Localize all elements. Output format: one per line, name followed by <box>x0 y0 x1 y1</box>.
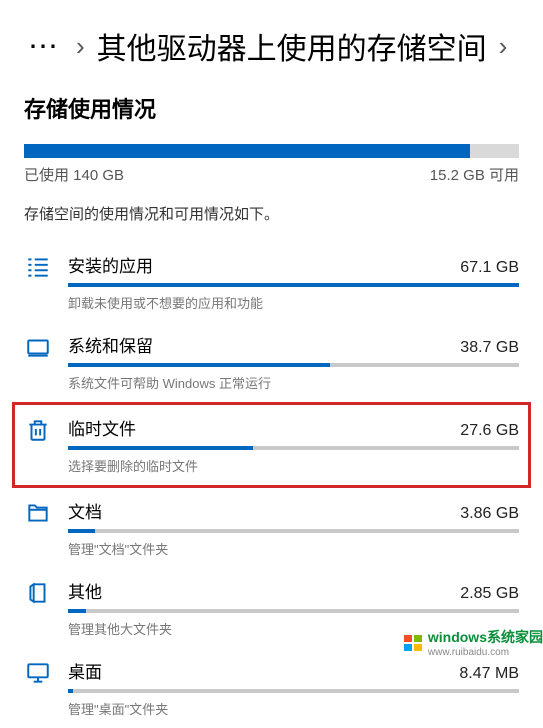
used-label: 已使用 140 GB <box>24 164 124 185</box>
breadcrumb-ellipsis[interactable]: ⋯ <box>24 29 64 64</box>
category-bar <box>68 609 519 613</box>
watermark: windows系统家园 www.ruibaidu.com <box>404 627 543 658</box>
category-fill <box>68 446 253 450</box>
system-icon <box>24 334 52 362</box>
category-fill <box>68 609 86 613</box>
chevron-right-icon[interactable]: › <box>499 31 508 62</box>
category-title: 安装的应用 <box>68 252 153 277</box>
category-fill <box>68 283 519 287</box>
category-subtitle: 管理"桌面"文件夹 <box>68 699 519 718</box>
windows-logo-icon <box>404 633 424 653</box>
desktop-icon <box>24 660 52 688</box>
page-heading: 存储使用情况 <box>24 92 519 124</box>
category-title: 系统和保留 <box>68 332 153 357</box>
apps-icon <box>24 254 52 282</box>
category-system[interactable]: 系统和保留 38.7 GB 系统文件可帮助 Windows 正常运行 <box>24 322 519 402</box>
category-size: 2.85 GB <box>460 585 519 603</box>
category-size: 38.7 GB <box>460 339 519 357</box>
documents-icon <box>24 500 52 528</box>
temp-icon <box>24 417 52 445</box>
category-subtitle: 系统文件可帮助 Windows 正常运行 <box>68 373 519 392</box>
category-temp[interactable]: 临时文件 27.6 GB 选择要删除的临时文件 <box>24 405 519 485</box>
category-title: 文档 <box>68 498 102 523</box>
category-subtitle: 管理"文档"文件夹 <box>68 539 519 558</box>
category-title: 桌面 <box>68 658 102 683</box>
overall-storage-fill <box>24 144 470 158</box>
category-title: 临时文件 <box>68 415 136 440</box>
category-title: 其他 <box>68 578 102 603</box>
storage-description: 存储空间的使用情况和可用情况如下。 <box>24 203 519 224</box>
category-fill <box>68 363 330 367</box>
category-bar <box>68 283 519 287</box>
chevron-right-icon[interactable]: › <box>76 31 85 62</box>
overall-storage-labels: 已使用 140 GB 15.2 GB 可用 <box>24 164 519 185</box>
category-size: 8.47 MB <box>459 665 519 683</box>
watermark-line1: windows系统家园 <box>428 627 543 647</box>
category-fill <box>68 689 73 693</box>
overall-storage-bar <box>24 144 519 158</box>
category-size: 3.86 GB <box>460 505 519 523</box>
watermark-line2: www.ruibaidu.com <box>428 647 543 658</box>
category-bar <box>68 363 519 367</box>
breadcrumb-title[interactable]: 其他驱动器上使用的存储空间 <box>97 24 487 68</box>
category-subtitle: 选择要删除的临时文件 <box>68 456 519 475</box>
category-size: 27.6 GB <box>460 422 519 440</box>
category-bar <box>68 446 519 450</box>
category-size: 67.1 GB <box>460 259 519 277</box>
category-bar <box>68 529 519 533</box>
category-fill <box>68 529 95 533</box>
category-documents[interactable]: 文档 3.86 GB 管理"文档"文件夹 <box>24 488 519 568</box>
category-subtitle: 卸载未使用或不想要的应用和功能 <box>68 293 519 312</box>
category-apps[interactable]: 安装的应用 67.1 GB 卸载未使用或不想要的应用和功能 <box>24 242 519 322</box>
category-bar <box>68 689 519 693</box>
breadcrumb: ⋯ › 其他驱动器上使用的存储空间 › <box>24 24 519 68</box>
category-desktop[interactable]: 桌面 8.47 MB 管理"桌面"文件夹 <box>24 648 519 728</box>
free-label: 15.2 GB 可用 <box>430 164 519 185</box>
other-icon <box>24 580 52 608</box>
